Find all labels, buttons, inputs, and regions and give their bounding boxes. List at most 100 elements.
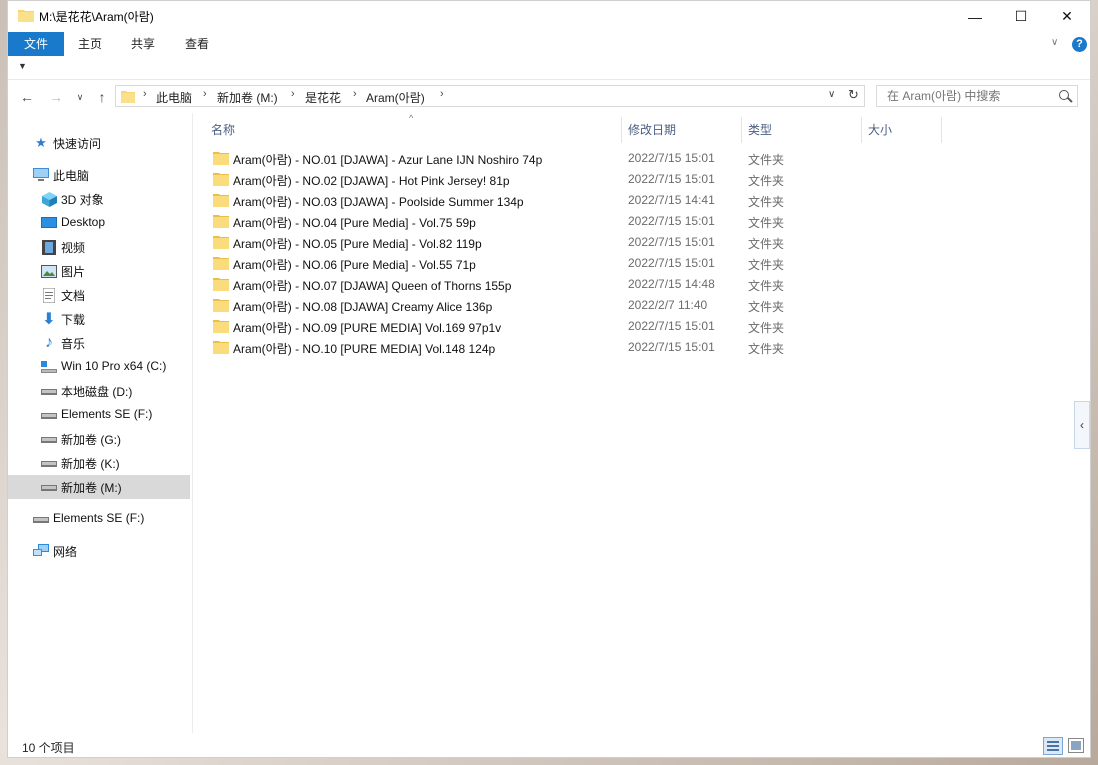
- file-type: 文件夹: [748, 342, 785, 356]
- chevron-right-icon[interactable]: ›: [440, 88, 444, 100]
- column-header-date[interactable]: 修改日期: [628, 121, 676, 138]
- drive-icon: [41, 479, 57, 495]
- column-header-size[interactable]: 大小: [868, 121, 892, 138]
- desktop-icon: [41, 215, 57, 231]
- sidebar-item-videos[interactable]: 视频: [8, 235, 190, 259]
- network-icon: [33, 543, 49, 559]
- ribbon-expand-icon[interactable]: ∨: [1051, 37, 1058, 48]
- file-date: 2022/7/15 15:01: [628, 151, 715, 165]
- column-separator[interactable]: [621, 117, 622, 143]
- column-header-type[interactable]: 类型: [748, 121, 772, 138]
- sidebar-item-this-pc[interactable]: 此电脑: [8, 163, 190, 187]
- status-bar: 10 个项目: [8, 735, 1090, 757]
- sidebar-item-pictures[interactable]: 图片: [8, 259, 190, 283]
- tab-file[interactable]: 文件: [8, 32, 64, 56]
- sidebar-item-music[interactable]: ♪ 音乐: [8, 331, 190, 355]
- file-type: 文件夹: [748, 321, 785, 335]
- sidebar-item-drive-k[interactable]: 新加卷 (K:): [8, 451, 190, 475]
- chevron-right-icon[interactable]: ›: [203, 88, 207, 100]
- file-type: 文件夹: [748, 195, 785, 209]
- sidebar-item-elements-se[interactable]: Elements SE (F:): [8, 507, 190, 531]
- recent-locations-icon[interactable]: ∨: [74, 87, 86, 107]
- chevron-right-icon[interactable]: ›: [291, 88, 295, 100]
- column-separator[interactable]: [741, 117, 742, 143]
- file-name: Aram(아람) - NO.06 [Pure Media] - Vol.55 7…: [233, 258, 476, 272]
- preview-pane-toggle[interactable]: ‹: [1074, 401, 1090, 449]
- breadcrumb-folder[interactable]: 是花花: [305, 89, 341, 106]
- table-row[interactable]: Aram(아람) - NO.04 [Pure Media] - Vol.75 5…: [211, 211, 931, 232]
- sidebar-item-label: Desktop: [61, 215, 106, 229]
- customize-toolbar-icon[interactable]: ▼: [18, 61, 27, 71]
- column-separator[interactable]: [861, 117, 862, 143]
- sidebar-item-label: 此电脑: [53, 169, 90, 183]
- address-bar[interactable]: › 此电脑 › 新加卷 (M:) › 是花花 › Aram(아람) › ∨ ↻: [115, 85, 865, 107]
- sidebar-item-drive-d[interactable]: 本地磁盘 (D:): [8, 379, 190, 403]
- search-box[interactable]: [876, 85, 1078, 107]
- chevron-right-icon[interactable]: ›: [143, 88, 147, 100]
- large-icons-view-button[interactable]: [1068, 738, 1084, 753]
- details-view-icon-line: [1047, 749, 1059, 751]
- sidebar-item-drive-m[interactable]: 新加卷 (M:): [8, 475, 190, 499]
- sidebar-item-drive-c[interactable]: Win 10 Pro x64 (C:): [8, 355, 190, 379]
- file-name: Aram(아람) - NO.08 [DJAWA] Creamy Alice 13…: [233, 300, 493, 314]
- system-drive-icon: [41, 359, 57, 375]
- table-row[interactable]: Aram(아람) - NO.01 [DJAWA] - Azur Lane IJN…: [211, 148, 931, 169]
- forward-button[interactable]: →: [46, 87, 66, 107]
- drive-icon: [33, 511, 49, 527]
- ribbon-tabs: 文件 主页 共享 查看 ∨ ?: [8, 32, 1090, 57]
- sidebar-item-3d-objects[interactable]: 3D 对象: [8, 187, 190, 211]
- file-type: 文件夹: [748, 153, 785, 167]
- music-icon: ♪: [45, 334, 53, 351]
- sidebar-item-desktop[interactable]: Desktop: [8, 211, 190, 235]
- sort-ascending-icon: ^: [409, 113, 414, 123]
- up-button[interactable]: ↑: [92, 87, 112, 107]
- download-icon: ⬇: [42, 311, 56, 328]
- address-dropdown-icon[interactable]: ∨: [828, 89, 835, 100]
- breadcrumb-this-pc[interactable]: 此电脑: [156, 89, 192, 106]
- sidebar-item-label: 音乐: [61, 337, 86, 351]
- sidebar-item-drive-g[interactable]: 新加卷 (G:): [8, 427, 190, 451]
- breadcrumb-drive-m[interactable]: 新加卷 (M:): [217, 89, 278, 106]
- tab-view[interactable]: 查看: [172, 32, 222, 56]
- details-view-button[interactable]: [1043, 737, 1063, 755]
- video-icon: [41, 239, 57, 255]
- column-separator[interactable]: [941, 117, 942, 143]
- table-row[interactable]: Aram(아람) - NO.02 [DJAWA] - Hot Pink Jers…: [211, 169, 931, 190]
- sidebar-item-drive-f[interactable]: Elements SE (F:): [8, 403, 190, 427]
- table-row[interactable]: Aram(아람) - NO.09 [PURE MEDIA] Vol.169 97…: [211, 316, 931, 337]
- folder-icon: [213, 341, 229, 354]
- search-input[interactable]: [877, 86, 1057, 106]
- tab-share[interactable]: 共享: [118, 32, 168, 56]
- table-row[interactable]: Aram(아람) - NO.07 [DJAWA] Queen of Thorns…: [211, 274, 931, 295]
- minimize-button[interactable]: —: [952, 1, 998, 32]
- table-row[interactable]: Aram(아람) - NO.03 [DJAWA] - Poolside Summ…: [211, 190, 931, 211]
- refresh-icon[interactable]: ↻: [848, 87, 859, 103]
- file-date: 2022/7/15 15:01: [628, 172, 715, 186]
- sidebar-item-label: 网络: [53, 545, 78, 559]
- breadcrumb-current[interactable]: Aram(아람): [366, 89, 425, 106]
- back-button[interactable]: ←: [17, 87, 37, 107]
- drive-icon: [41, 455, 57, 471]
- sidebar-item-quick-access[interactable]: ★ 快速访问: [8, 131, 190, 155]
- table-row[interactable]: Aram(아람) - NO.08 [DJAWA] Creamy Alice 13…: [211, 295, 931, 316]
- close-button[interactable]: ✕: [1044, 1, 1090, 32]
- maximize-button[interactable]: ☐: [998, 1, 1044, 32]
- pane-divider: [192, 113, 193, 733]
- search-icon[interactable]: [1059, 90, 1069, 100]
- sidebar-item-label: 快速访问: [53, 137, 102, 151]
- chevron-right-icon[interactable]: ›: [353, 88, 357, 100]
- folder-icon: [213, 173, 229, 186]
- table-row[interactable]: Aram(아람) - NO.05 [Pure Media] - Vol.82 1…: [211, 232, 931, 253]
- sidebar-item-documents[interactable]: 文档: [8, 283, 190, 307]
- folder-icon: [213, 257, 229, 270]
- table-row[interactable]: Aram(아람) - NO.06 [Pure Media] - Vol.55 7…: [211, 253, 931, 274]
- table-row[interactable]: Aram(아람) - NO.10 [PURE MEDIA] Vol.148 12…: [211, 337, 931, 358]
- file-name: Aram(아람) - NO.03 [DJAWA] - Poolside Summ…: [233, 195, 524, 209]
- help-button[interactable]: ?: [1072, 37, 1087, 52]
- column-header-name[interactable]: 名称: [211, 121, 235, 138]
- sidebar-item-network[interactable]: 网络: [8, 539, 190, 563]
- sidebar-item-downloads[interactable]: ⬇ 下载: [8, 307, 190, 331]
- file-date: 2022/7/15 14:48: [628, 277, 715, 291]
- window-title: M:\是花花\Aram(아람): [39, 10, 154, 24]
- tab-home[interactable]: 主页: [67, 32, 113, 56]
